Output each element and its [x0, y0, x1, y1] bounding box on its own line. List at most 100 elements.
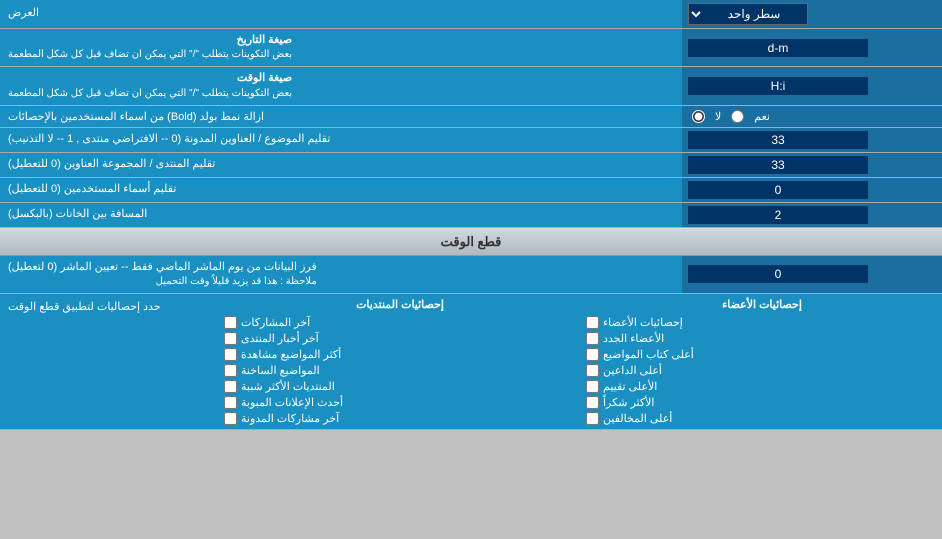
check-item-4: المواضيع الساخنة [224, 364, 576, 377]
forum-topic-input-cell [682, 128, 942, 152]
spacing-label-text: المسافة بين الخانات (بالبكسل) [8, 207, 147, 222]
check-item-2-label: آخر أخبار المنتدى [241, 332, 319, 345]
check-item-7: آخر مشاركات المدونة [224, 412, 576, 425]
time-format-title: صيغة الوقت [8, 71, 292, 86]
spacing-label: المسافة بين الخانات (بالبكسل) [0, 203, 682, 227]
check-member-1: إحصائيات الأعضاء [586, 316, 938, 329]
forum-topic-row: تقليم الموضوع / العناوين المدونة (0 -- ا… [0, 128, 942, 153]
filter-label-sublabel: ملاحظة : هذا قد يزيد قليلاً وقت التحميل [8, 275, 317, 289]
usernames-input[interactable] [688, 181, 868, 199]
time-format-label: صيغة الوقت بعض التكوينات يتطلب "/" التي … [0, 67, 682, 104]
check-item-7-checkbox[interactable] [224, 412, 237, 425]
stats-col-members: إحصائيات الأعضاء إحصائيات الأعضاء الأعضا… [586, 298, 938, 425]
check-item-1-label: آخر المشاركات [241, 316, 310, 329]
bold-label: ازالة نمط بولد (Bold) من اسماء المستخدمي… [0, 106, 682, 127]
stats-main-label: حدد إحصاليات لتطبيق قطع الوقت [0, 294, 220, 429]
time-cutoff-header: قطع الوقت [0, 228, 942, 256]
stats-col1-header: إحصائيات المنتديات [224, 298, 576, 311]
display-label: العرض [0, 0, 682, 28]
check-item-1: آخر المشاركات [224, 316, 576, 329]
filter-input[interactable] [688, 265, 868, 283]
time-format-input-cell [682, 67, 942, 104]
check-item-6: أحدث الإعلانات المبوبة [224, 396, 576, 409]
check-member-3: أعلى كتاب المواضيع [586, 348, 938, 361]
check-item-4-label: المواضيع الساخنة [241, 364, 320, 377]
bold-row: ازالة نمط بولد (Bold) من اسماء المستخدمي… [0, 106, 942, 128]
date-format-label: صيغة التاريخ بعض التكوينات يتطلب "/" الت… [0, 29, 682, 66]
check-member-5-label: الأعلى تقييم [603, 380, 657, 393]
bold-yes-label: نعم [754, 110, 770, 123]
filter-input-cell [682, 256, 942, 293]
bold-no-label: لا [715, 110, 721, 123]
forum-topic-label: تقليم الموضوع / العناوين المدونة (0 -- ا… [0, 128, 682, 152]
check-item-4-checkbox[interactable] [224, 364, 237, 377]
forum-group-label: تقليم المنتدى / المجموعة العناوين (0 للت… [0, 153, 682, 177]
bold-label-text: ازالة نمط بولد (Bold) من اسماء المستخدمي… [8, 110, 264, 123]
date-format-sublabel: بعض التكوينات يتطلب "/" التي يمكن ان تضا… [8, 48, 292, 62]
spacing-input[interactable] [688, 206, 868, 224]
time-format-sublabel: بعض التكوينات يتطلب "/" التي يمكن ان تضا… [8, 87, 292, 101]
check-member-5: الأعلى تقييم [586, 380, 938, 393]
check-member-2-checkbox[interactable] [586, 332, 599, 345]
time-cutoff-title: قطع الوقت [441, 234, 502, 249]
check-item-2: آخر أخبار المنتدى [224, 332, 576, 345]
check-item-3-label: أكثر المواضيع مشاهدة [241, 348, 341, 361]
check-member-7-label: أعلى المخالفين [603, 412, 672, 425]
check-member-4: أعلى الداعين [586, 364, 938, 377]
stats-main-label-text: حدد إحصاليات لتطبيق قطع الوقت [8, 300, 161, 313]
display-dropdown[interactable]: سطر واحد [688, 3, 808, 25]
check-member-3-label: أعلى كتاب المواضيع [603, 348, 694, 361]
check-item-7-label: آخر مشاركات المدونة [241, 412, 339, 425]
check-member-6-label: الأكثر شكراً [603, 396, 654, 409]
forum-topic-label-text: تقليم الموضوع / العناوين المدونة (0 -- ا… [8, 132, 330, 147]
forum-group-input[interactable] [688, 156, 868, 174]
forum-group-row: تقليم المنتدى / المجموعة العناوين (0 للت… [0, 153, 942, 178]
usernames-label: تقليم أسماء المستخدمين (0 للتعطيل) [0, 178, 682, 202]
forum-topic-input[interactable] [688, 131, 868, 149]
date-format-input-cell [682, 29, 942, 66]
forum-group-label-text: تقليم المنتدى / المجموعة العناوين (0 للت… [8, 157, 215, 172]
time-format-input[interactable] [688, 77, 868, 95]
main-container: العرض سطر واحد صيغة التاريخ بعض التكوينا… [0, 0, 942, 430]
stats-col2-header: إحصائيات الأعضاء [586, 298, 938, 311]
filter-row: فرز البيانات من يوم الماشر الماضي فقط --… [0, 256, 942, 294]
usernames-label-text: تقليم أسماء المستخدمين (0 للتعطيل) [8, 182, 176, 197]
date-format-row: صيغة التاريخ بعض التكوينات يتطلب "/" الت… [0, 29, 942, 67]
bold-yes-radio[interactable] [731, 110, 744, 123]
check-member-6: الأكثر شكراً [586, 396, 938, 409]
check-item-5-checkbox[interactable] [224, 380, 237, 393]
time-format-row: صيغة الوقت بعض التكوينات يتطلب "/" التي … [0, 67, 942, 105]
display-row: العرض سطر واحد [0, 0, 942, 29]
check-member-1-checkbox[interactable] [586, 316, 599, 329]
display-label-text: العرض [8, 6, 39, 21]
filter-label-text: فرز البيانات من يوم الماشر الماضي فقط --… [8, 260, 317, 275]
date-format-title: صيغة التاريخ [8, 33, 292, 48]
check-member-5-checkbox[interactable] [586, 380, 599, 393]
spacing-row: المسافة بين الخانات (بالبكسل) [0, 203, 942, 228]
check-item-1-checkbox[interactable] [224, 316, 237, 329]
check-member-7-checkbox[interactable] [586, 412, 599, 425]
check-member-2-label: الأعضاء الجدد [603, 332, 664, 345]
check-member-2: الأعضاء الجدد [586, 332, 938, 345]
forum-group-input-cell [682, 153, 942, 177]
check-item-6-checkbox[interactable] [224, 396, 237, 409]
check-member-4-checkbox[interactable] [586, 364, 599, 377]
check-member-6-checkbox[interactable] [586, 396, 599, 409]
check-item-5: المنتديات الأكثر شببة [224, 380, 576, 393]
check-member-3-checkbox[interactable] [586, 348, 599, 361]
check-member-4-label: أعلى الداعين [603, 364, 662, 377]
filter-label: فرز البيانات من يوم الماشر الماضي فقط --… [0, 256, 682, 293]
bold-no-radio[interactable] [692, 110, 705, 123]
bold-radio-inputs: نعم لا [682, 106, 942, 127]
check-item-5-label: المنتديات الأكثر شببة [241, 380, 335, 393]
check-item-6-label: أحدث الإعلانات المبوبة [241, 396, 343, 409]
stats-checkboxes-container: حدد إحصاليات لتطبيق قطع الوقت إحصائيات ا… [0, 294, 942, 430]
spacing-input-cell [682, 203, 942, 227]
check-item-2-checkbox[interactable] [224, 332, 237, 345]
stats-col-forum: إحصائيات المنتديات آخر المشاركات آخر أخب… [224, 298, 576, 425]
check-member-7: أعلى المخالفين [586, 412, 938, 425]
stats-columns: إحصائيات المنتديات آخر المشاركات آخر أخب… [220, 294, 942, 429]
check-member-1-label: إحصائيات الأعضاء [603, 316, 683, 329]
check-item-3-checkbox[interactable] [224, 348, 237, 361]
date-format-input[interactable] [688, 39, 868, 57]
